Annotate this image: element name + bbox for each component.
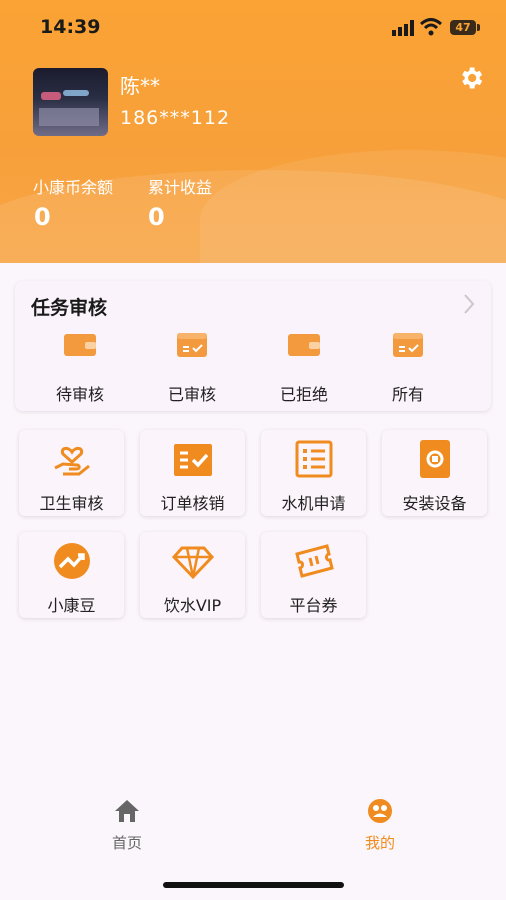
wifi-icon xyxy=(420,18,442,36)
trend-chart-icon xyxy=(53,543,90,579)
task-review-card: 任务审核 待审核 已审核 已拒绝 所有 xyxy=(15,281,491,411)
tab-profile[interactable]: 我的 xyxy=(330,790,430,860)
tile-water-vip[interactable]: 饮水VIP xyxy=(140,532,245,618)
list-document-icon xyxy=(295,440,332,478)
tile-label: 订单核销 xyxy=(160,494,225,513)
tile-water-machine-apply[interactable]: 水机申请 xyxy=(261,430,366,516)
tile-install-device[interactable]: 安装设备 xyxy=(382,430,487,516)
diamond-icon xyxy=(171,546,214,580)
tile-label: 水机申请 xyxy=(281,494,346,513)
user-phone: 186***112 xyxy=(120,107,231,129)
home-indicator xyxy=(163,882,344,888)
device-install-icon xyxy=(419,440,450,478)
wallet-icon xyxy=(64,334,96,356)
tile-platform-coupon[interactable]: 平台券 xyxy=(261,532,366,618)
tab-profile-label: 我的 xyxy=(364,834,395,852)
tile-label: 小康豆 xyxy=(47,596,96,615)
home-icon xyxy=(115,800,139,822)
tile-label: 卫生审核 xyxy=(39,494,104,513)
user-name: 陈** xyxy=(120,74,160,98)
tile-xiaokang-beans[interactable]: 小康豆 xyxy=(19,532,124,618)
total-earnings-value: 0 xyxy=(148,203,165,231)
task-item-label: 已审核 xyxy=(167,385,216,404)
tile-label: 安装设备 xyxy=(402,494,467,513)
cellular-signal-icon xyxy=(392,20,414,36)
status-bar: 14:39 47 xyxy=(0,0,506,60)
tab-home-label: 首页 xyxy=(111,834,142,852)
status-time: 14:39 xyxy=(40,16,101,38)
battery-tip xyxy=(477,24,480,31)
tile-label: 饮水VIP xyxy=(163,596,222,615)
avatar-photo-detail xyxy=(39,108,99,126)
task-item-rejected[interactable]: 已拒绝 xyxy=(259,331,349,404)
task-item-pending[interactable]: 待审核 xyxy=(35,331,125,404)
hand-heart-icon xyxy=(53,446,90,476)
tab-home[interactable]: 首页 xyxy=(77,790,177,860)
header-wave-decoration xyxy=(200,150,506,263)
coin-balance-value: 0 xyxy=(34,203,51,231)
task-review-title: 任务审核 xyxy=(31,297,108,319)
task-item-label: 待审核 xyxy=(55,385,104,404)
coin-balance-label: 小康币余额 xyxy=(33,178,114,197)
gear-icon[interactable] xyxy=(457,64,485,92)
avatar[interactable] xyxy=(33,68,108,136)
chevron-right-icon[interactable] xyxy=(462,293,476,315)
tile-order-verify[interactable]: 订单核销 xyxy=(140,430,245,516)
task-item-label: 所有 xyxy=(391,385,424,404)
avatar-photo-detail xyxy=(41,92,61,100)
ticket-icon xyxy=(294,544,334,578)
task-item-label: 已拒绝 xyxy=(279,385,328,404)
tile-label: 平台券 xyxy=(289,596,338,615)
avatar-photo-detail xyxy=(63,90,89,96)
battery-level: 47 xyxy=(450,20,476,35)
wallet-check-icon xyxy=(177,333,207,357)
wallet-icon xyxy=(288,334,320,356)
total-earnings-label: 累计收益 xyxy=(148,178,213,197)
wallet-check-icon xyxy=(393,333,423,357)
profile-icon xyxy=(368,799,392,823)
order-check-icon xyxy=(173,444,212,476)
task-item-all[interactable]: 所有 xyxy=(363,331,453,404)
task-item-reviewed[interactable]: 已审核 xyxy=(147,331,237,404)
tile-hygiene-review[interactable]: 卫生审核 xyxy=(19,430,124,516)
